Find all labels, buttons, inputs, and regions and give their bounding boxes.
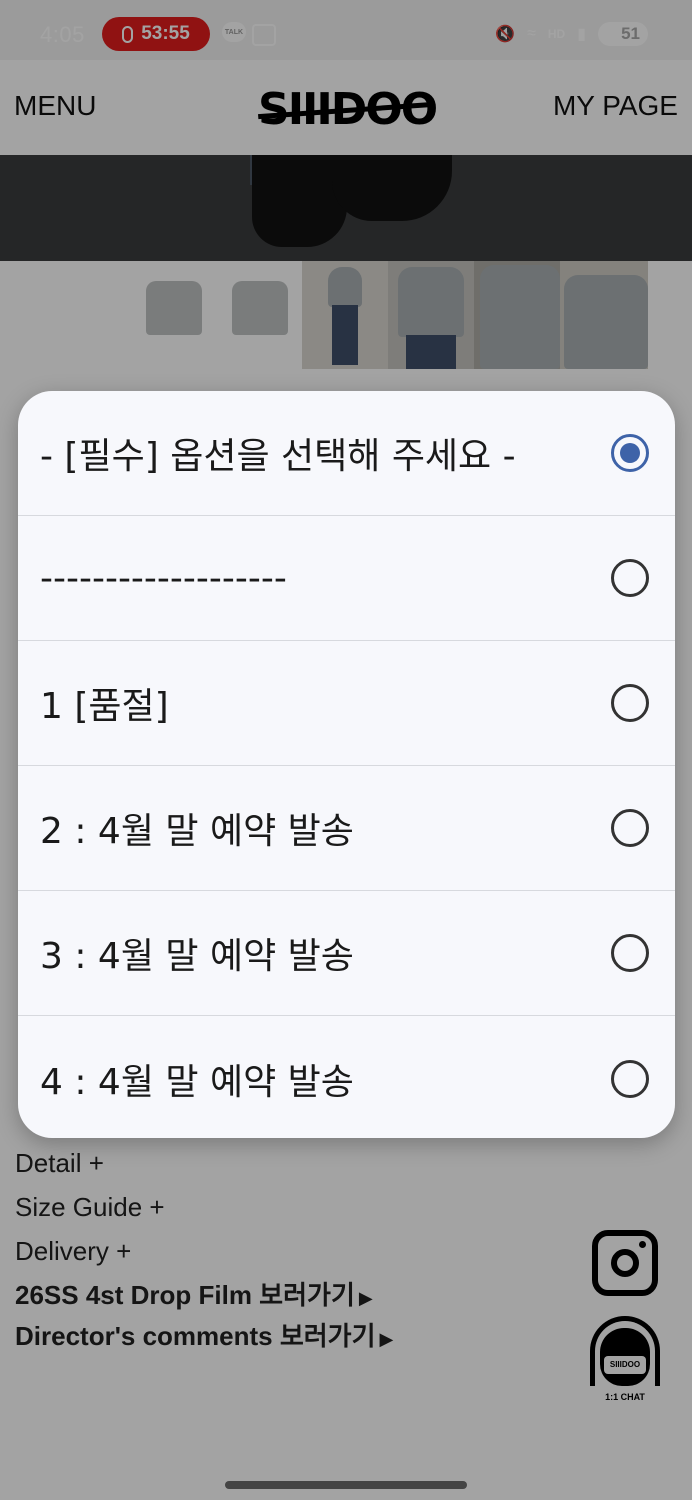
option-item[interactable]: 3 : 4월 말 예약 발송 [18, 891, 675, 1016]
option-label: 2 : 4월 말 예약 발송 [40, 811, 354, 852]
option-item[interactable]: 1 [품절] [18, 641, 675, 766]
option-label: ------------------- [40, 557, 287, 599]
radio-icon[interactable] [611, 559, 649, 597]
radio-icon[interactable] [611, 684, 649, 722]
option-label: 1 [품절] [40, 686, 169, 727]
option-label: 3 : 4월 말 예약 발송 [40, 936, 354, 977]
option-item[interactable]: 4 : 4월 말 예약 발송 [18, 1016, 675, 1138]
option-item[interactable]: 2 : 4월 말 예약 발송 [18, 766, 675, 891]
option-item[interactable]: - [필수] 옵션을 선택해 주세요 - [18, 391, 675, 516]
home-indicator[interactable] [225, 1481, 467, 1489]
option-item[interactable]: ------------------- [18, 516, 675, 641]
option-label: - [필수] 옵션을 선택해 주세요 - [40, 436, 516, 477]
option-label: 4 : 4월 말 예약 발송 [40, 1061, 354, 1103]
radio-icon[interactable] [611, 1059, 649, 1098]
option-picker-dialog: - [필수] 옵션을 선택해 주세요 - -------------------… [18, 391, 675, 1138]
radio-selected-icon[interactable] [611, 434, 649, 472]
radio-icon[interactable] [611, 809, 649, 847]
radio-icon[interactable] [611, 934, 649, 972]
